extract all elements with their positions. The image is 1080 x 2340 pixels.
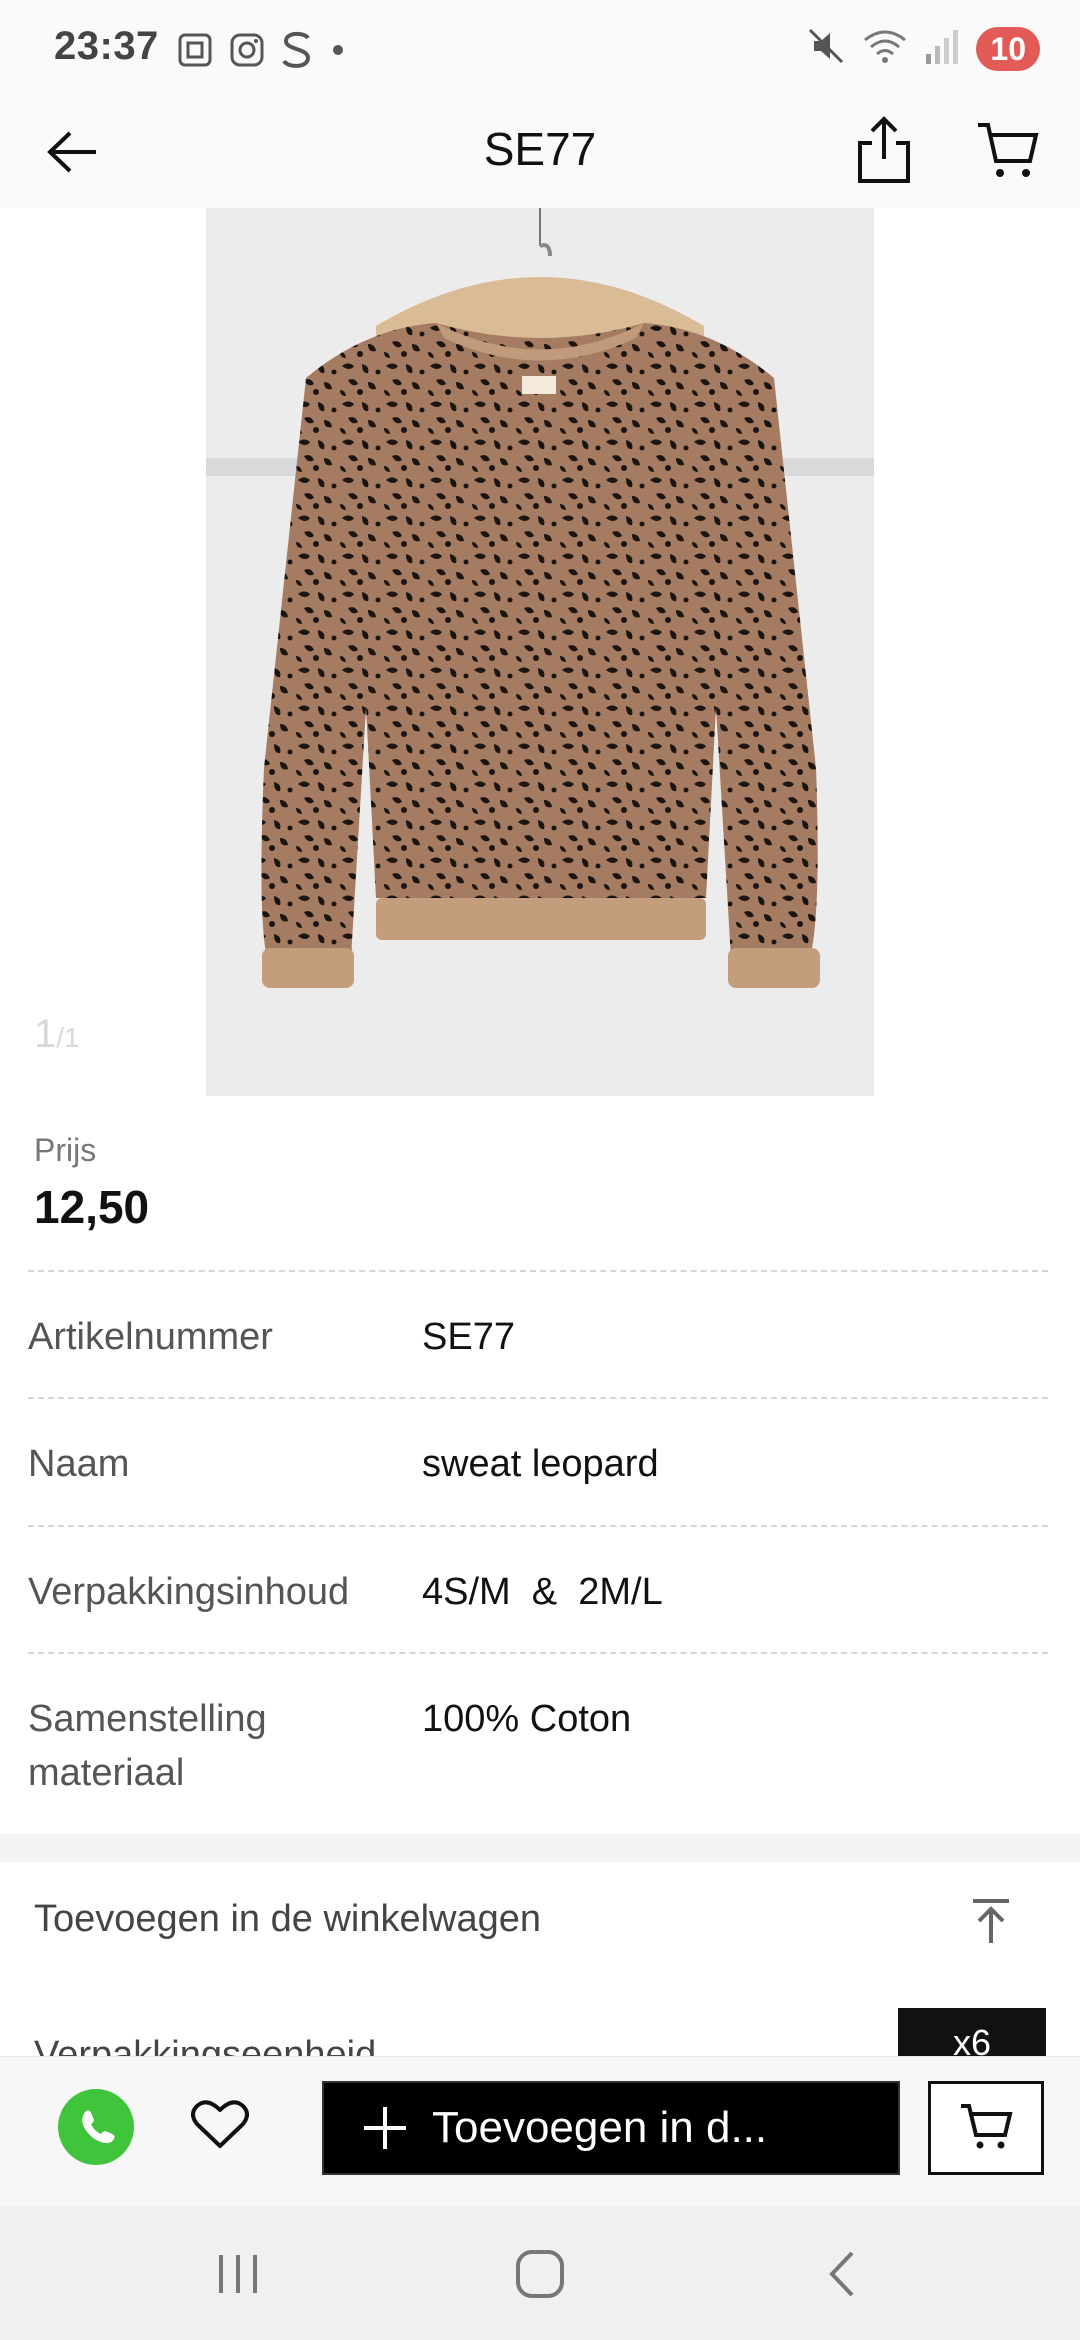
recents-icon	[213, 2251, 263, 2302]
s-app-icon	[280, 30, 314, 75]
status-left-icons	[176, 30, 348, 75]
detail-value-verpakkingsinhoud: 4S/M & 2M/L	[422, 1571, 663, 1613]
image-counter-current: 1	[34, 1012, 57, 1056]
status-right-icons: 10	[806, 26, 1040, 71]
section-separator	[0, 1834, 1080, 1862]
add-to-cart-section-header: Toevoegen in de winkelwagen	[0, 1862, 1080, 1988]
bottom-action-bar: Toevoegen in d...	[0, 2056, 1080, 2207]
dot-icon	[328, 40, 348, 65]
mute-icon	[806, 26, 846, 71]
packaging-unit-value[interactable]: x6	[898, 2008, 1046, 2056]
scroll-to-top-button[interactable]	[960, 1888, 1022, 1958]
home-icon	[514, 2248, 566, 2305]
instagram-icon	[228, 31, 266, 74]
add-to-cart-label: Toevoegen in d...	[432, 2103, 768, 2152]
wifi-icon	[862, 26, 908, 71]
system-back-button[interactable]	[802, 2246, 882, 2306]
status-time: 23:37	[54, 24, 159, 68]
detail-label-samenstelling: Samenstelling materiaal	[28, 1698, 267, 1794]
price-value: 12,50	[34, 1181, 150, 1233]
divider	[28, 1525, 1048, 1527]
chevron-left-icon	[822, 2249, 862, 2304]
divider	[28, 1397, 1048, 1399]
add-to-cart-header-text: Toevoegen in de winkelwagen	[34, 1898, 542, 1940]
whatsapp-button[interactable]	[58, 2089, 134, 2165]
price-label: Prijs	[34, 1132, 97, 1168]
plus-icon	[360, 2105, 410, 2151]
detail-label-artikelnummer: Artikelnummer	[28, 1316, 273, 1358]
divider	[28, 1652, 1048, 1654]
add-to-cart-button[interactable]: Toevoegen in d...	[322, 2081, 900, 2175]
home-button[interactable]	[500, 2246, 580, 2306]
detail-label-verpakkingsinhoud: Verpakkingsinhoud	[28, 1571, 350, 1613]
signal-icon	[924, 26, 960, 71]
share-button[interactable]	[846, 110, 922, 194]
share-icon	[854, 115, 914, 190]
whatsapp-icon	[70, 2099, 122, 2156]
packaging-unit-label: Verpakkingseenheid	[34, 2034, 377, 2056]
quick-cart-button[interactable]	[928, 2081, 1044, 2175]
detail-value-artikelnummer: SE77	[422, 1316, 515, 1358]
app-bar: SE77	[0, 100, 1080, 208]
battery-badge: 10	[976, 26, 1040, 71]
divider	[28, 1270, 1048, 1272]
cart-icon	[959, 2101, 1013, 2156]
heart-icon	[191, 2098, 249, 2155]
product-image[interactable]	[206, 208, 874, 1096]
recents-button[interactable]	[198, 2246, 278, 2306]
image-counter: 1/1	[34, 1012, 80, 1057]
sweatshirt-illustration	[206, 208, 874, 1096]
screenshot-icon	[176, 31, 214, 74]
favorite-button[interactable]	[188, 2091, 252, 2161]
image-counter-total: /1	[56, 1022, 80, 1053]
cart-button[interactable]	[970, 112, 1046, 192]
cart-icon	[976, 119, 1040, 186]
scroll-to-top-icon	[969, 1897, 1013, 1950]
status-bar: 23:37 10	[0, 0, 1080, 100]
packaging-unit-row: Verpakkingseenheid x6	[0, 1986, 1080, 2056]
product-gallery[interactable]: 1/1	[0, 208, 1080, 1096]
detail-value-samenstelling: 100% Coton	[422, 1698, 632, 1740]
detail-value-naam: sweat leopard	[422, 1443, 659, 1485]
detail-label-naam: Naam	[28, 1443, 130, 1485]
system-navigation-bar	[0, 2206, 1080, 2340]
